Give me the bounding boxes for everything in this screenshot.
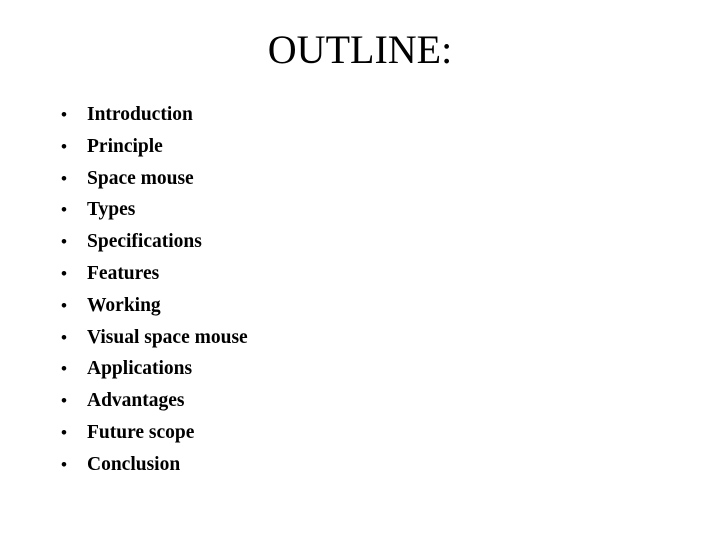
list-item: • Space mouse <box>56 163 656 195</box>
list-item-label: Working <box>87 294 161 316</box>
bullet-icon: • <box>61 359 67 379</box>
bullet-icon: • <box>61 295 67 315</box>
list-item: • Future scope <box>56 417 656 449</box>
list-item-label: Advantages <box>87 390 185 412</box>
list-item: • Features <box>56 258 656 290</box>
list-item-label: Space mouse <box>87 167 194 189</box>
list-item-label: Applications <box>87 358 193 380</box>
list-item-label: Conclusion <box>87 453 181 475</box>
list-item-label: Visual space mouse <box>87 326 248 348</box>
list-item-label: Specifications <box>87 231 202 253</box>
bullet-icon: • <box>61 263 67 283</box>
list-item-label: Future scope <box>87 421 195 443</box>
bullet-icon: • <box>61 168 67 188</box>
bullet-icon: • <box>61 454 67 474</box>
bullet-icon: • <box>61 200 67 220</box>
list-item: • Specifications <box>56 226 656 258</box>
list-item-label: Introduction <box>87 104 193 125</box>
bullet-icon: • <box>61 105 67 124</box>
list-item: • Visual space mouse <box>56 322 656 354</box>
bullet-icon: • <box>61 136 67 156</box>
list-item: • Applications <box>56 353 656 385</box>
list-item: • Principle <box>56 131 656 163</box>
bullet-icon: • <box>61 232 67 252</box>
list-item-label: Types <box>87 199 136 221</box>
list-item-label: Principle <box>87 135 163 157</box>
list-item: • Conclusion <box>56 449 656 481</box>
list-item: • Advantages <box>56 385 656 417</box>
bullet-icon: • <box>61 327 67 347</box>
bullet-icon: • <box>61 422 67 442</box>
page-title: OUTLINE: <box>267 27 453 72</box>
bullet-icon: • <box>61 391 67 411</box>
list-item: • Types <box>56 194 656 226</box>
list-item: • Working <box>56 290 656 322</box>
list-item: • Introduction <box>56 99 656 131</box>
list-item-label: Features <box>87 262 160 284</box>
outline-content: • Introduction • Principle • Space mouse… <box>56 99 656 481</box>
presentation-slide: OUTLINE: • Introduction • Principle • Sp… <box>0 0 720 540</box>
outline-list: • Introduction • Principle • Space mouse… <box>56 99 656 481</box>
